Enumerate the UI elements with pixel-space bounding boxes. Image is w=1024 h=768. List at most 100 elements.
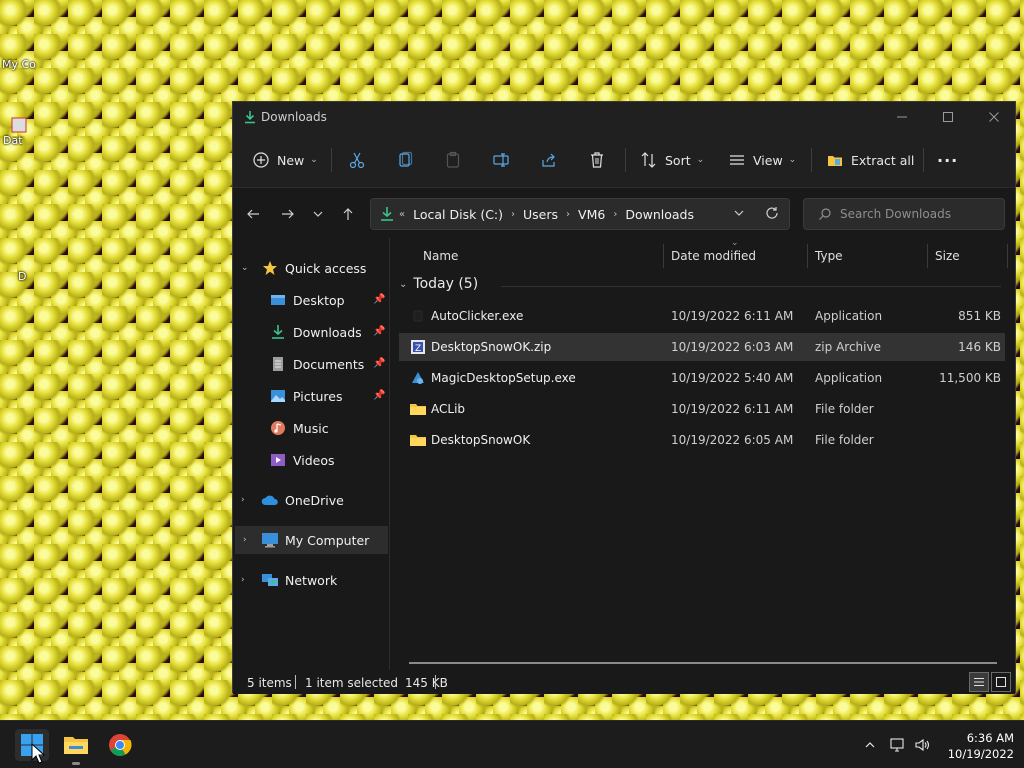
- chevron-up-icon: [865, 742, 875, 748]
- minimize-button[interactable]: [879, 102, 925, 132]
- file-date: 10/19/2022 6:03 AM: [671, 340, 794, 354]
- file-type: Application: [815, 309, 883, 323]
- file-type: File folder: [815, 402, 874, 416]
- sidebar-item-music[interactable]: Music: [233, 414, 390, 442]
- sidebar-item-pictures[interactable]: Pictures 📌: [233, 382, 390, 410]
- file-date: 10/19/2022 6:11 AM: [671, 309, 794, 323]
- exe-icon: [409, 307, 427, 325]
- more-options-button[interactable]: ···: [937, 146, 958, 174]
- nav-label: Network: [285, 572, 338, 588]
- pin-icon: 📌: [373, 358, 386, 369]
- column-divider[interactable]: [663, 244, 664, 268]
- desktop-icon-d[interactable]: D: [0, 270, 76, 283]
- recent-locations-button[interactable]: [306, 202, 330, 226]
- file-name: MagicDesktopSetup.exe: [431, 371, 576, 385]
- window-title: Downloads: [261, 110, 327, 124]
- explorer-window: Downloads New ⌄ Sort ⌄ View ⌄ Extract al…: [232, 101, 1016, 694]
- nav-network[interactable]: › Network: [233, 566, 390, 594]
- column-divider[interactable]: [927, 244, 928, 268]
- sort-button[interactable]: Sort ⌄: [639, 146, 704, 174]
- nav-label: Desktop: [293, 292, 345, 308]
- rename-button[interactable]: [491, 146, 511, 174]
- folder-icon: [409, 400, 427, 418]
- file-size: 11,500 KB: [939, 371, 1001, 385]
- cloud-icon: [261, 491, 279, 509]
- chrome-taskbar-button[interactable]: [103, 729, 137, 761]
- file-date: 10/19/2022 6:11 AM: [671, 402, 794, 416]
- music-icon: [269, 419, 287, 437]
- column-divider[interactable]: [1007, 244, 1008, 268]
- extract-label: Extract all: [851, 152, 915, 168]
- horizontal-scrollbar[interactable]: [409, 662, 997, 664]
- column-header-date[interactable]: Date modified: [671, 244, 756, 268]
- desktop-icon-data[interactable]: Dat: [0, 116, 76, 147]
- trash-icon: [587, 150, 607, 170]
- extract-icon: [825, 150, 845, 170]
- view-button[interactable]: View ⌄: [727, 146, 796, 174]
- svg-text:Z: Z: [415, 344, 421, 354]
- downloads-icon: [269, 323, 287, 341]
- address-history-button[interactable]: [733, 207, 745, 222]
- pin-icon: 📌: [373, 294, 386, 305]
- table-row[interactable]: ACLib 10/19/2022 6:11 AM File folder: [399, 395, 1005, 423]
- breadcrumb-downloads[interactable]: Downloads: [625, 207, 694, 222]
- chevron-down-icon[interactable]: ⌄: [241, 263, 253, 273]
- breadcrumb-local-disk[interactable]: Local Disk (C:): [413, 207, 503, 222]
- group-header-today[interactable]: ⌄ Today (5): [399, 276, 478, 292]
- navigation-pane: ⌄ Quick access Desktop 📌 Downloads 📌 Doc…: [233, 238, 390, 670]
- group-label: Today (5): [413, 276, 479, 292]
- copy-button[interactable]: [395, 146, 415, 174]
- up-button[interactable]: [336, 202, 360, 226]
- taskbar-clock[interactable]: 6:36 AM 10/19/2022: [940, 730, 1014, 762]
- column-divider[interactable]: [807, 244, 808, 268]
- desktop-icon-my-computer[interactable]: My Co: [0, 58, 76, 71]
- extract-all-button[interactable]: Extract all: [825, 146, 914, 174]
- breadcrumb-users[interactable]: Users: [523, 207, 558, 222]
- sidebar-item-videos[interactable]: Videos: [233, 446, 390, 474]
- table-row[interactable]: AutoClicker.exe 10/19/2022 6:11 AM Appli…: [399, 302, 1005, 330]
- network-icon: [261, 571, 279, 589]
- column-header-name[interactable]: Name: [423, 244, 458, 268]
- table-row[interactable]: Z DesktopSnowOK.zip 10/19/2022 6:03 AM z…: [399, 333, 1005, 361]
- table-row[interactable]: DesktopSnowOK 10/19/2022 6:05 AM File fo…: [399, 426, 1005, 454]
- details-view-icon: [974, 678, 984, 686]
- search-box[interactable]: [803, 198, 1005, 230]
- sidebar-item-downloads[interactable]: Downloads 📌: [233, 318, 390, 346]
- tray-overflow-button[interactable]: [860, 735, 880, 755]
- column-header-size[interactable]: Size: [935, 244, 960, 268]
- close-button[interactable]: [971, 102, 1017, 132]
- cut-button[interactable]: [347, 146, 367, 174]
- nav-my-computer[interactable]: › My Computer: [235, 526, 388, 554]
- nav-onedrive[interactable]: › OneDrive: [233, 486, 390, 514]
- refresh-button[interactable]: [765, 206, 779, 223]
- back-button[interactable]: [241, 202, 265, 226]
- column-header-type[interactable]: Type: [815, 244, 843, 268]
- sidebar-item-documents[interactable]: Documents 📌: [233, 350, 390, 378]
- address-bar[interactable]: « Local Disk (C:) › Users › VM6 › Downlo…: [370, 198, 790, 230]
- pin-icon: 📌: [373, 390, 386, 401]
- maximize-button[interactable]: [925, 102, 971, 132]
- delete-button[interactable]: [587, 146, 607, 174]
- nav-quick-access[interactable]: ⌄ Quick access: [233, 254, 390, 282]
- table-row[interactable]: MagicDesktopSetup.exe 10/19/2022 5:40 AM…: [399, 364, 1005, 392]
- search-input[interactable]: [840, 207, 1000, 221]
- forward-button[interactable]: [276, 202, 300, 226]
- title-bar[interactable]: Downloads: [233, 102, 1015, 132]
- file-explorer-taskbar-button[interactable]: [59, 729, 93, 761]
- share-button[interactable]: [539, 146, 559, 174]
- tiles-view-button[interactable]: [991, 672, 1011, 692]
- new-label: New: [277, 152, 305, 168]
- paste-button[interactable]: [443, 146, 463, 174]
- chevron-right-icon[interactable]: ›: [241, 495, 253, 505]
- shortcut-icon: [11, 117, 27, 133]
- sidebar-item-desktop[interactable]: Desktop 📌: [233, 286, 390, 314]
- details-view-button[interactable]: [969, 672, 989, 692]
- breadcrumb-vm6[interactable]: VM6: [578, 207, 605, 222]
- chevron-down-icon: [734, 210, 744, 216]
- status-divider: [295, 675, 296, 689]
- new-button[interactable]: New ⌄: [251, 146, 318, 174]
- chevron-right-icon[interactable]: ›: [243, 535, 255, 545]
- volume-tray-button[interactable]: [913, 735, 933, 755]
- network-tray-button[interactable]: [888, 735, 908, 755]
- chevron-right-icon[interactable]: ›: [241, 575, 253, 585]
